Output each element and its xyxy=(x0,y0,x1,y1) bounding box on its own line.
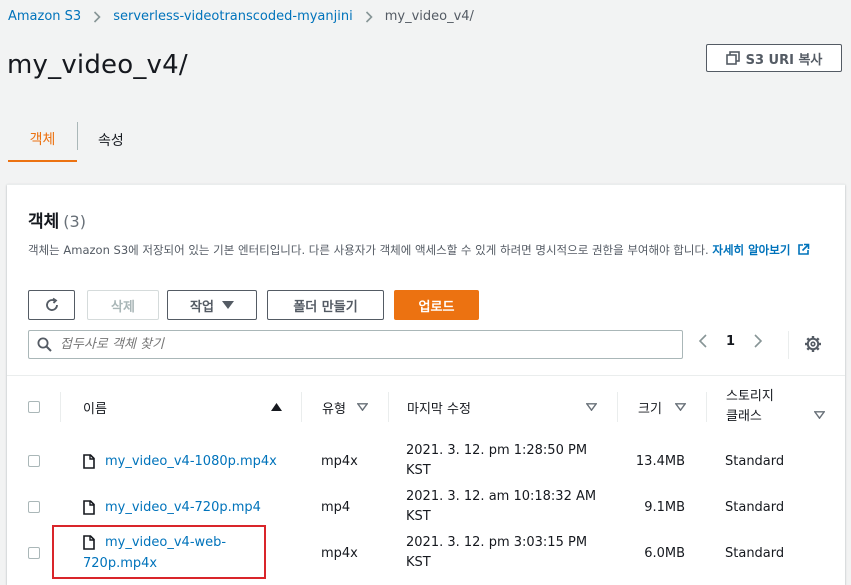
last-modified-date: 2021. 3. 12. am 10:18:32 AM xyxy=(406,489,597,504)
sort-icon xyxy=(357,403,368,411)
breadcrumb: Amazon S3 serverless-videotranscoded-mya… xyxy=(8,9,474,24)
last-modified-date: 2021. 3. 12. pm 1:28:50 PM xyxy=(406,443,588,458)
row-checkbox-cell xyxy=(28,530,40,576)
panel-title-text: 객체 xyxy=(28,212,60,232)
file-icon xyxy=(83,453,95,469)
row-checkbox[interactable] xyxy=(28,547,40,559)
search-box[interactable] xyxy=(28,330,683,359)
refresh-icon xyxy=(45,297,58,311)
sort-ascending-icon xyxy=(271,403,282,411)
column-last-modified[interactable]: 마지막 수정 xyxy=(407,376,607,438)
storage-class-cell: Standard xyxy=(725,453,785,469)
column-storage-class-label-1: 스토리지 xyxy=(726,389,774,404)
column-divider xyxy=(617,392,618,422)
name-cell: my_video_v4-720p.mp4 xyxy=(83,484,261,530)
highlight-box xyxy=(52,525,266,579)
column-storage-class[interactable]: 스토리지 클래스 xyxy=(726,376,836,438)
delete-label: 삭제 xyxy=(111,299,135,315)
column-name-label: 이름 xyxy=(83,401,107,417)
breadcrumb-amazon-s3[interactable]: Amazon S3 xyxy=(8,9,81,24)
row-checkbox-cell xyxy=(28,438,40,484)
upload-button[interactable]: 업로드 xyxy=(394,290,479,320)
type-cell: mp4x xyxy=(321,453,358,469)
column-size[interactable]: 크기 xyxy=(638,376,698,438)
last-modified-date: 2021. 3. 12. pm 3:03:15 PM xyxy=(406,535,588,550)
table-header: 이름 유형 마지막 수정 크기 스토리지 클래스 xyxy=(7,375,845,439)
page-title: my_video_v4/ xyxy=(7,50,188,80)
copy-s3-uri-label: S3 URI 복사 xyxy=(745,52,823,68)
name-cell: my_video_v4-1080p.mp4x xyxy=(83,438,277,484)
create-folder-button[interactable]: 폴더 만들기 xyxy=(267,290,384,320)
object-link[interactable]: my_video_v4-1080p.mp4x xyxy=(105,454,277,469)
chevron-right-icon xyxy=(365,10,373,23)
chevron-right-icon xyxy=(94,10,101,23)
sort-icon xyxy=(814,411,825,419)
size-cell: 6.0MB xyxy=(644,545,685,561)
gear-icon[interactable] xyxy=(804,335,822,353)
chevron-right-icon[interactable] xyxy=(752,333,764,349)
column-divider xyxy=(301,392,302,422)
size-cell: 9.1MB xyxy=(644,499,685,515)
last-modified-cell: 2021. 3. 12. pm 3:03:15 PM KST xyxy=(406,530,587,576)
tab-properties[interactable]: 속성 xyxy=(78,118,144,162)
column-divider xyxy=(388,392,389,422)
row-checkbox[interactable] xyxy=(28,501,40,513)
last-modified-timezone: KST xyxy=(406,509,431,524)
column-size-label: 크기 xyxy=(638,401,662,417)
table-row: my_video_v4-1080p.mp4x mp4x 2021. 3. 12.… xyxy=(7,438,845,485)
description-text: 객체는 Amazon S3에 저장되어 있는 기본 엔터티입니다. 다른 사용자… xyxy=(28,243,709,257)
column-divider xyxy=(706,392,707,422)
caret-down-icon xyxy=(221,301,234,309)
column-divider xyxy=(60,392,61,422)
row-checkbox-cell xyxy=(28,484,40,530)
refresh-button[interactable] xyxy=(28,290,75,320)
breadcrumb-current-folder: my_video_v4/ xyxy=(384,9,474,24)
size-cell: 13.4MB xyxy=(635,453,685,469)
copy-s3-uri-button[interactable]: S3 URI 복사 xyxy=(706,44,842,72)
breadcrumb-bucket[interactable]: serverless-videotranscoded-myanjini xyxy=(113,9,353,24)
row-checkbox[interactable] xyxy=(28,455,40,467)
external-link-icon xyxy=(798,243,810,255)
select-all-cell xyxy=(28,376,40,438)
learn-more-link[interactable]: 자세히 알아보기 xyxy=(712,243,810,257)
type-cell: mp4x xyxy=(321,545,358,561)
column-storage-class-label-2: 클래스 xyxy=(726,409,762,424)
chevron-left-icon[interactable] xyxy=(697,333,709,349)
table-row: my_video_v4-720p.mp4 mp4 2021. 3. 12. am… xyxy=(7,484,845,531)
create-folder-label: 폴더 만들기 xyxy=(293,299,358,315)
tab-objects[interactable]: 객체 xyxy=(8,118,77,162)
object-count: (3) xyxy=(63,212,86,231)
sort-icon xyxy=(586,403,597,411)
last-modified-cell: 2021. 3. 12. pm 1:28:50 PM KST xyxy=(406,438,587,484)
last-modified-cell: 2021. 3. 12. am 10:18:32 AM KST xyxy=(406,484,596,530)
pagination: 1 xyxy=(697,333,764,349)
panel-description: 객체는 Amazon S3에 저장되어 있는 기본 엔터티입니다. 다른 사용자… xyxy=(28,240,818,261)
pager-divider xyxy=(788,331,789,359)
file-icon xyxy=(83,499,95,515)
storage-class-cell: Standard xyxy=(725,545,785,561)
search-icon xyxy=(37,337,52,352)
tabs: 객체 속성 xyxy=(8,118,144,162)
actions-button[interactable]: 작업 xyxy=(167,290,257,320)
column-last-modified-label: 마지막 수정 xyxy=(407,401,471,417)
delete-button[interactable]: 삭제 xyxy=(87,290,159,320)
panel-title: 객체 (3) xyxy=(28,207,86,232)
sort-icon xyxy=(675,403,686,411)
last-modified-timezone: KST xyxy=(406,555,431,570)
object-link[interactable]: my_video_v4-720p.mp4 xyxy=(105,500,261,515)
page-number[interactable]: 1 xyxy=(726,334,735,349)
column-name[interactable]: 이름 xyxy=(83,376,283,438)
search-input[interactable] xyxy=(58,336,642,353)
actions-label: 작업 xyxy=(190,299,214,315)
column-type[interactable]: 유형 xyxy=(322,376,392,438)
upload-label: 업로드 xyxy=(418,299,455,315)
last-modified-timezone: KST xyxy=(406,463,431,478)
copy-icon xyxy=(725,51,740,65)
column-type-label: 유형 xyxy=(322,401,346,417)
storage-class-cell: Standard xyxy=(725,499,785,515)
select-all-checkbox[interactable] xyxy=(28,401,40,413)
type-cell: mp4 xyxy=(321,499,351,515)
